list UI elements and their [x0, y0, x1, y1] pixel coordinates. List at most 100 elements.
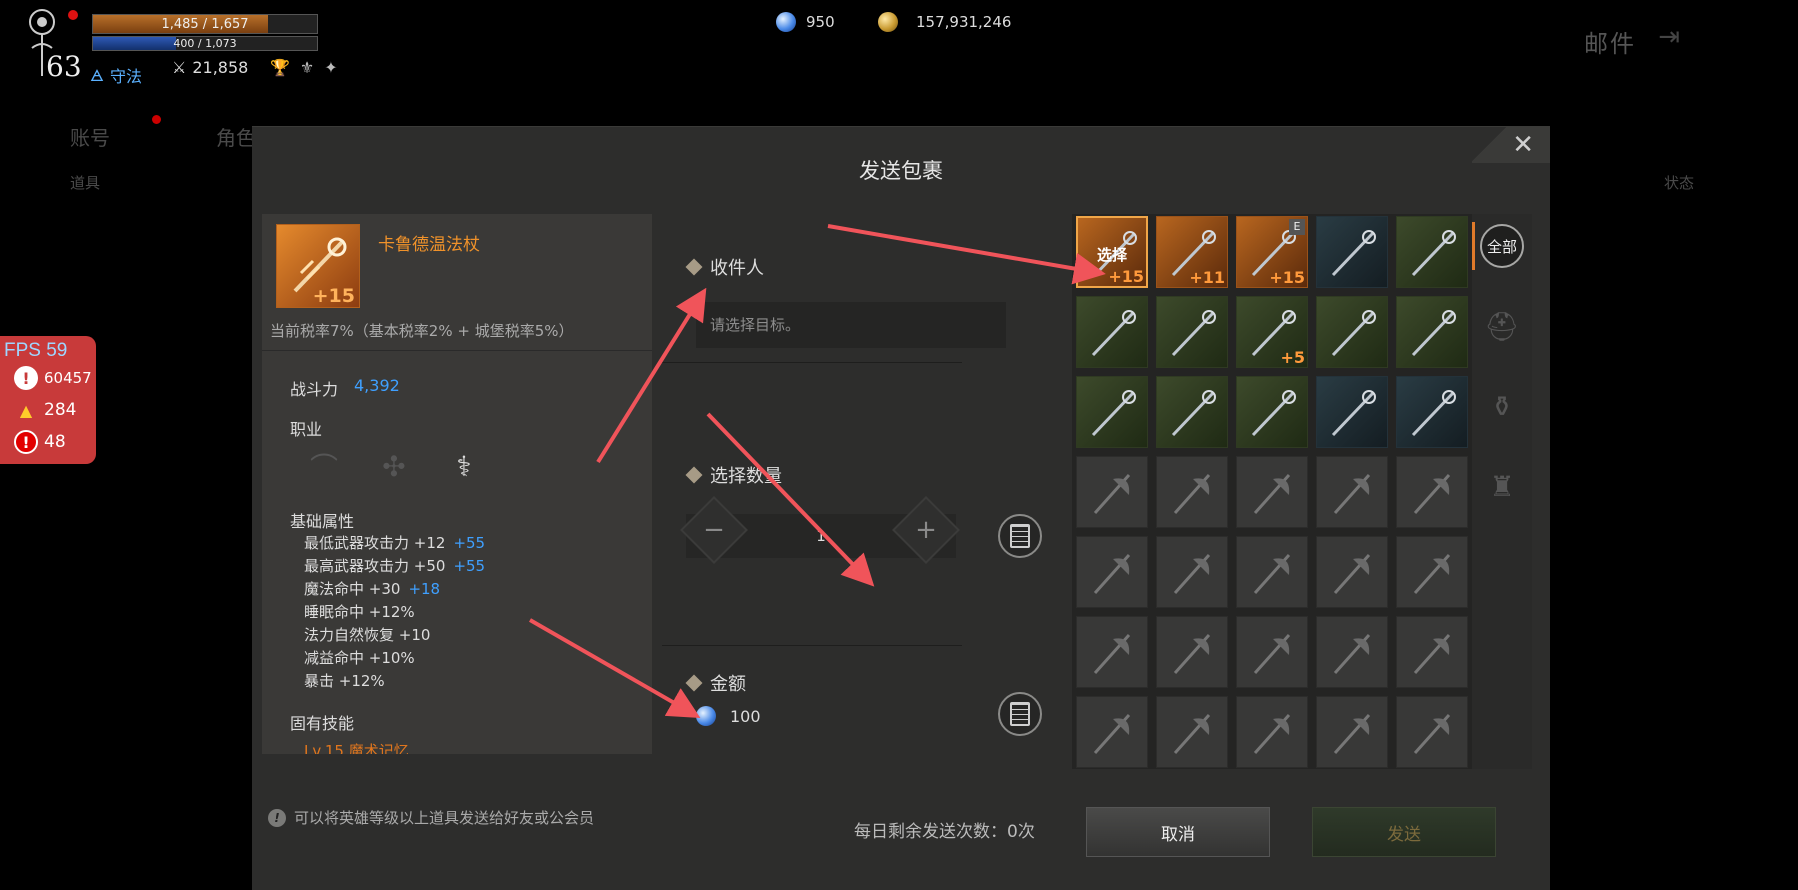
- exit-arrow-icon[interactable]: ⇥: [1658, 22, 1680, 52]
- weapon-icon: [1171, 390, 1216, 437]
- quantity-label-row: 选择数量: [685, 462, 782, 488]
- weapon-icon: [1091, 310, 1136, 357]
- inventory-slot[interactable]: [1156, 456, 1228, 528]
- inventory-slot[interactable]: +5: [1236, 296, 1308, 368]
- tab-character[interactable]: 角色: [216, 122, 256, 151]
- attribute-text: 法力自然恢复 +10: [304, 626, 431, 644]
- inventory-panel: 选择 +15 +11 E +15 +5: [1072, 214, 1472, 769]
- inventory-slot[interactable]: [1236, 456, 1308, 528]
- inventory-slot[interactable]: [1316, 616, 1388, 688]
- column-status: 状态: [1664, 174, 1695, 192]
- tab-account[interactable]: 账号: [70, 122, 110, 151]
- inventory-slot[interactable]: [1156, 376, 1228, 448]
- close-button[interactable]: ✕: [1472, 127, 1550, 163]
- inventory-slot[interactable]: [1316, 696, 1388, 768]
- weapon-icon: [1411, 230, 1456, 277]
- weapon-icon: [1091, 390, 1136, 437]
- quantity-calculator-button[interactable]: [998, 514, 1042, 558]
- rank-icon[interactable]: ⚜: [300, 58, 314, 77]
- inventory-slot[interactable]: [1156, 616, 1228, 688]
- inventory-slot[interactable]: [1236, 616, 1308, 688]
- enchant-badge: +5: [1280, 348, 1305, 367]
- inventory-slot[interactable]: [1396, 456, 1468, 528]
- inventory-slot[interactable]: [1396, 216, 1468, 288]
- attribute-text: 最高武器攻击力 +50: [304, 557, 446, 575]
- enchant-badge: +15: [1269, 268, 1305, 287]
- quantity-label: 选择数量: [710, 466, 782, 487]
- weapon-icon: [1411, 310, 1456, 357]
- inventory-slot[interactable]: [1076, 536, 1148, 608]
- tax-rate: 当前税率7%（基本税率2% + 城堡税率5%）: [270, 322, 574, 340]
- inventory-slot[interactable]: [1396, 376, 1468, 448]
- item-enchant: +15: [312, 285, 355, 307]
- inherent-skill-label: 固有技能: [290, 714, 355, 733]
- pet-icon[interactable]: ✦: [324, 58, 337, 77]
- send-parcel-dialog: 发送包裹 ✕ +15 卡鲁德温法杖 当前税率7%（基本税率2% + 城堡税率5%…: [252, 126, 1550, 890]
- divider: [262, 350, 652, 351]
- helmet-category-icon[interactable]: ⛑: [1480, 304, 1524, 348]
- attribute-row: 最低武器攻击力 +12 +55: [304, 532, 485, 555]
- trophy-icon[interactable]: 🏆: [270, 58, 290, 77]
- empty-slot-icon: [1413, 553, 1451, 595]
- attribute-row: 最高武器攻击力 +50 +55: [304, 555, 485, 578]
- inventory-slot[interactable]: [1076, 616, 1148, 688]
- base-attributes-label: 基础属性: [290, 512, 355, 531]
- active-category-indicator: [1472, 222, 1475, 270]
- hud-status-icons: 🏆 ⚜ ✦: [270, 58, 338, 77]
- amount-value: 100: [730, 706, 761, 726]
- send-hint: ! 可以将英雄等级以上道具发送给好友或公会员: [268, 807, 594, 828]
- amount-label: 金额: [710, 674, 746, 695]
- empty-slot-icon: [1333, 713, 1371, 755]
- class-name: 守法: [109, 66, 142, 86]
- tab-notification-dot: [152, 115, 161, 124]
- send-button[interactable]: 发送: [1312, 807, 1496, 857]
- hp-text: 1,485 / 1,657: [161, 17, 249, 32]
- inventory-slot[interactable]: [1076, 456, 1148, 528]
- inventory-slot[interactable]: [1236, 376, 1308, 448]
- inventory-slot[interactable]: [1076, 696, 1148, 768]
- fps-warn-count: 284: [44, 400, 77, 420]
- calculator-icon: [1010, 524, 1030, 548]
- inventory-slot[interactable]: [1396, 696, 1468, 768]
- combat-power: ⚔ 21,858: [172, 58, 248, 77]
- attribute-text: 魔法命中 +30: [304, 580, 401, 598]
- combat-power-value: 21,858: [192, 58, 249, 77]
- potion-category-icon[interactable]: ⚱: [1480, 384, 1524, 428]
- empty-slot-icon: [1173, 713, 1211, 755]
- inventory-slot[interactable]: [1236, 696, 1308, 768]
- inventory-slot[interactable]: 选择 +15: [1076, 216, 1148, 288]
- inventory-slot[interactable]: [1316, 376, 1388, 448]
- inventory-slot[interactable]: [1316, 216, 1388, 288]
- inventory-slot[interactable]: [1316, 456, 1388, 528]
- weapon-icon: [1251, 390, 1296, 437]
- class-indicator[interactable]: 🜁 守法: [90, 58, 142, 91]
- inventory-slot[interactable]: [1076, 376, 1148, 448]
- inventory-slot[interactable]: [1156, 696, 1228, 768]
- fps-error-count: 48: [44, 432, 66, 452]
- inventory-slot[interactable]: [1156, 296, 1228, 368]
- attribute-text: 睡眠命中 +12%: [304, 603, 415, 621]
- quantity-stepper[interactable]: − 1 +: [680, 496, 960, 564]
- weapon-icon: [1171, 310, 1216, 357]
- inventory-slot[interactable]: [1396, 296, 1468, 368]
- inventory-slot[interactable]: +11: [1156, 216, 1228, 288]
- inventory-slot[interactable]: [1076, 296, 1148, 368]
- empty-slot-icon: [1093, 633, 1131, 675]
- selected-label: 选择: [1096, 246, 1127, 264]
- inventory-slot[interactable]: E +15: [1236, 216, 1308, 288]
- amount-calculator-button[interactable]: [998, 692, 1042, 736]
- empty-slot-icon: [1173, 473, 1211, 515]
- inventory-slot[interactable]: [1316, 536, 1388, 608]
- cancel-button[interactable]: 取消: [1086, 807, 1270, 857]
- bag-category-icon[interactable]: ♜: [1480, 464, 1524, 508]
- inventory-slot[interactable]: [1396, 536, 1468, 608]
- inventory-slot[interactable]: [1156, 536, 1228, 608]
- close-icon: ✕: [1512, 130, 1534, 160]
- inventory-slot[interactable]: [1236, 536, 1308, 608]
- empty-slot-icon: [1253, 633, 1291, 675]
- inventory-slot[interactable]: [1396, 616, 1468, 688]
- category-all[interactable]: 全部: [1480, 224, 1524, 268]
- inventory-slot[interactable]: [1316, 296, 1388, 368]
- fps-overlay: FPS 59 ! 60457 ▲ 284 ! 48: [0, 336, 96, 464]
- recipient-field[interactable]: 请选择目标。: [696, 302, 1006, 348]
